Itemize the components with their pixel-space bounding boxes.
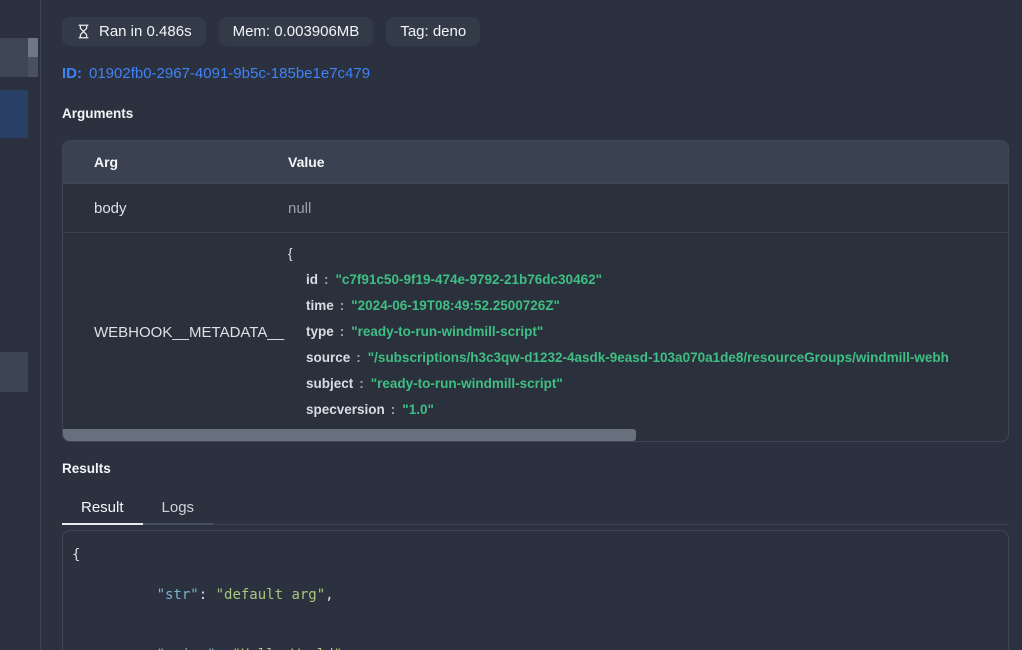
result-json-view: { "str": "default arg", "union": "Hello … <box>62 530 1009 650</box>
tab-result[interactable]: Result <box>62 485 143 525</box>
json-entry-type: type:"ready-to-run-windmill-script" <box>288 319 1008 345</box>
code-entry-union: "union": "Hello World" <box>72 625 999 650</box>
webhook-metadata-json: { id:"c7f91c50-9f19-474e-9792-21b76dc304… <box>288 241 1008 423</box>
job-detail-panel: Ran in 0.486s Mem: 0.003906MB Tag: deno … <box>42 0 1022 650</box>
horizontal-scrollbar-thumb[interactable] <box>63 429 636 441</box>
sidebar-item-active[interactable] <box>0 90 28 138</box>
code-open-brace: { <box>72 545 999 565</box>
table-row-webhook-metadata: WEBHOOK__METADATA__ { id:"c7f91c50-9f19-… <box>63 233 1008 429</box>
tag-badge: Tag: deno <box>386 17 480 46</box>
arguments-table-header: Arg Value <box>63 141 1008 184</box>
tab-logs[interactable]: Logs <box>143 485 214 525</box>
arg-name: body <box>63 200 288 217</box>
json-entry-id: id:"c7f91c50-9f19-474e-9792-21b76dc30462… <box>288 267 1008 293</box>
memory-badge: Mem: 0.003906MB <box>219 17 374 46</box>
sidebar-item-2[interactable] <box>0 352 28 392</box>
json-entry-time: time:"2024-06-19T08:49:52.2500726Z" <box>288 293 1008 319</box>
table-horizontal-scrollbar <box>63 429 1008 441</box>
arguments-table: Arg Value body null WEBHOOK__METADATA__ … <box>62 140 1009 442</box>
json-entry-specversion: specversion:"1.0" <box>288 397 1008 423</box>
job-id-link[interactable]: 01902fb0-2967-4091-9b5c-185be1e7c479 <box>89 65 370 82</box>
code-entry-str: "str": "default arg", <box>72 565 999 625</box>
arguments-heading: Arguments <box>62 106 1009 122</box>
json-entry-subject: subject:"ready-to-run-windmill-script" <box>288 371 1008 397</box>
column-header-arg: Arg <box>63 154 288 170</box>
results-tabbar: Result Logs <box>62 485 1009 525</box>
job-id-row: ID: 01902fb0-2967-4091-9b5c-185be1e7c479 <box>62 65 1009 83</box>
memory-label: Mem: 0.003906MB <box>233 23 360 40</box>
sidebar-scrollbar-thumb[interactable] <box>28 38 38 57</box>
json-entry-source: source:"/subscriptions/h3c3qw-d1232-4asd… <box>288 345 1008 371</box>
hourglass-icon <box>76 24 91 39</box>
results-heading: Results <box>62 461 1009 477</box>
job-stats-row: Ran in 0.486s Mem: 0.003906MB Tag: deno <box>62 17 1009 46</box>
tag-label: Tag: deno <box>400 23 466 40</box>
json-open-brace: { <box>288 241 1008 267</box>
duration-badge: Ran in 0.486s <box>62 17 206 46</box>
column-header-value: Value <box>288 154 1008 170</box>
id-label: ID: <box>62 65 82 82</box>
arg-name: WEBHOOK__METADATA__ <box>63 241 288 423</box>
table-row-body: body null <box>63 184 1008 233</box>
duration-label: Ran in 0.486s <box>99 23 192 40</box>
sidebar <box>0 0 41 650</box>
arg-value-null: null <box>288 200 1008 217</box>
sidebar-item-1[interactable] <box>0 38 28 77</box>
